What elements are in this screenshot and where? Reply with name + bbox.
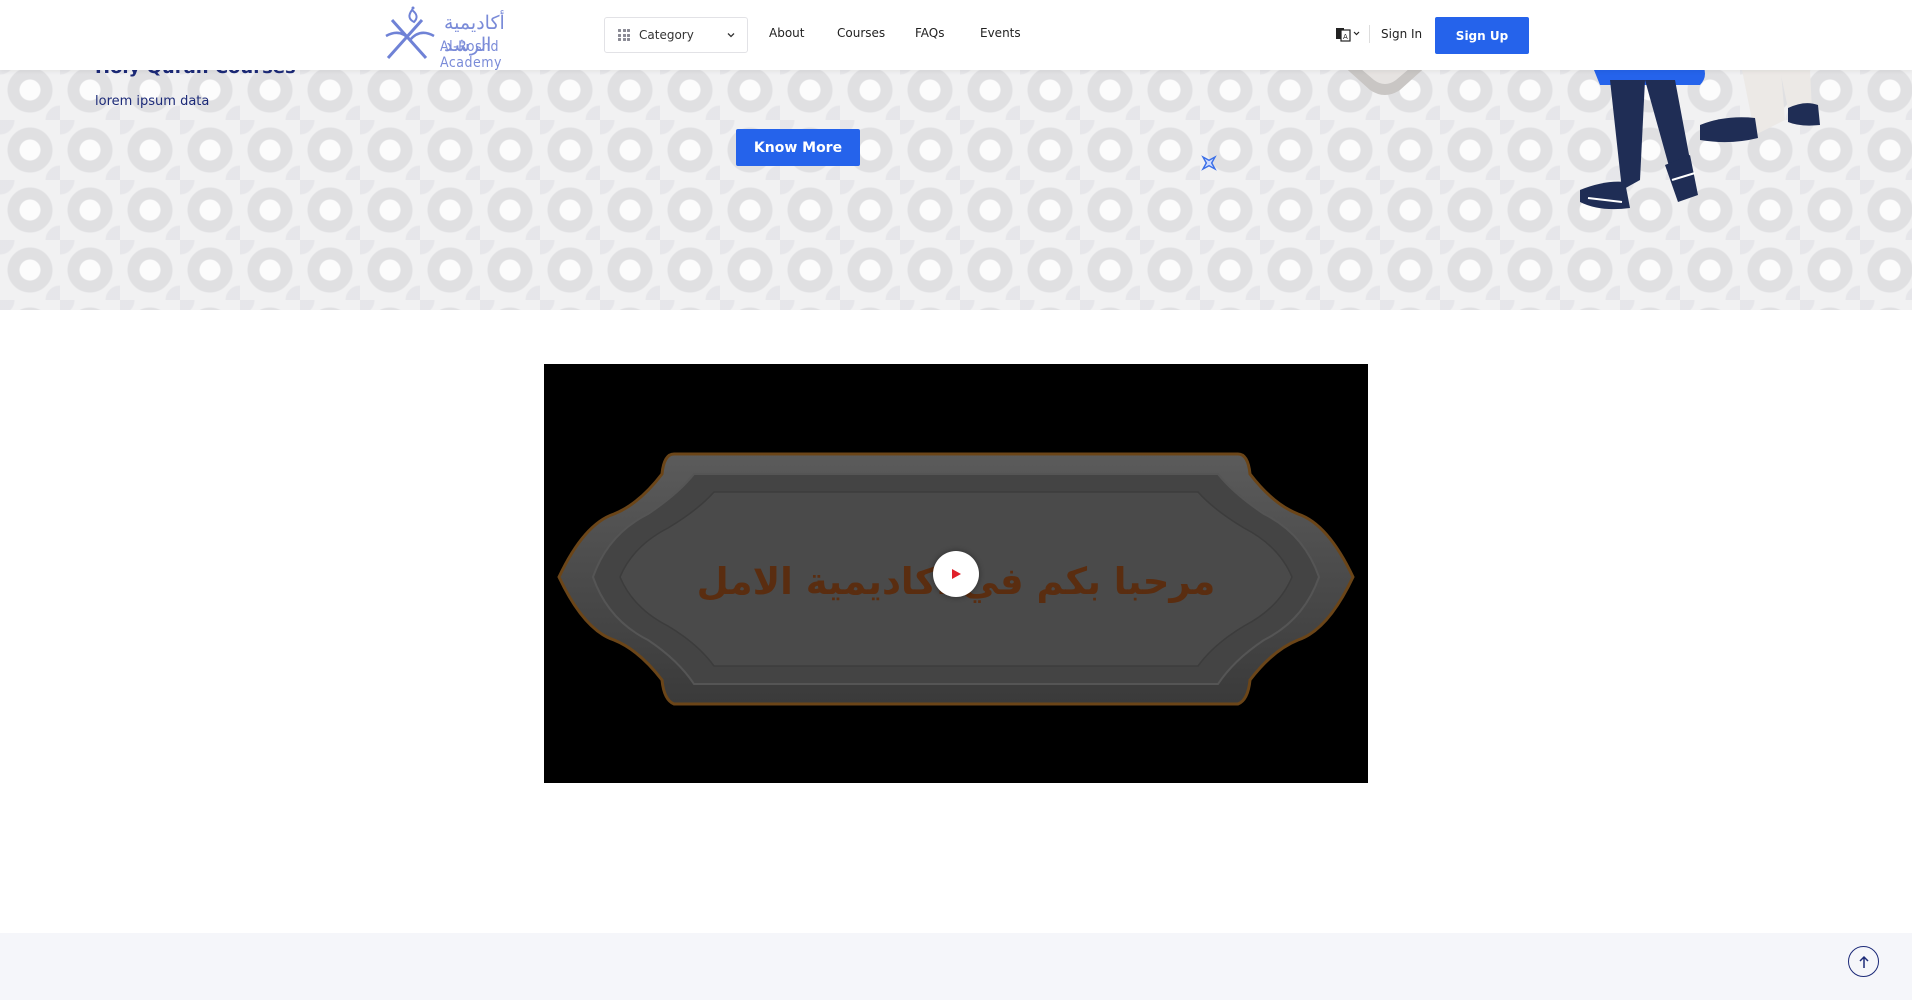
arrow-up-icon xyxy=(1858,955,1869,968)
svg-text:A: A xyxy=(1343,33,1348,41)
category-label: Category xyxy=(639,28,694,42)
scroll-to-top-button[interactable] xyxy=(1848,946,1879,977)
footer-band xyxy=(0,933,1912,1000)
header-divider xyxy=(1369,25,1370,43)
logo-emblem-icon xyxy=(385,6,435,60)
know-more-button[interactable]: Know More xyxy=(736,129,860,166)
nav-about[interactable]: About xyxy=(769,26,804,40)
sparkle-icon xyxy=(1201,155,1217,171)
hero-subtitle: lorem ipsum data xyxy=(95,94,210,109)
grid-icon xyxy=(618,29,630,41)
top-navbar: أكاديمية الرشد Al-Roshd Academy Category… xyxy=(0,0,1912,71)
translate-icon[interactable]: A xyxy=(1335,26,1361,42)
sign-in-link[interactable]: Sign In xyxy=(1381,27,1422,41)
video-player[interactable]: مرحبا بكم في اكاديمية الامل xyxy=(544,364,1368,783)
category-dropdown[interactable]: Category xyxy=(604,17,748,53)
nav-courses[interactable]: Courses xyxy=(837,26,885,40)
logo-english-text: Al-Roshd Academy xyxy=(440,39,502,71)
play-button[interactable] xyxy=(933,551,979,597)
chevron-down-icon xyxy=(727,33,735,38)
play-icon xyxy=(952,569,961,579)
nav-faqs[interactable]: FAQs xyxy=(915,26,945,40)
academy-logo[interactable]: أكاديمية الرشد Al-Roshd Academy xyxy=(382,6,538,71)
sign-up-button[interactable]: Sign Up xyxy=(1435,17,1529,54)
nav-events[interactable]: Events xyxy=(980,26,1021,40)
